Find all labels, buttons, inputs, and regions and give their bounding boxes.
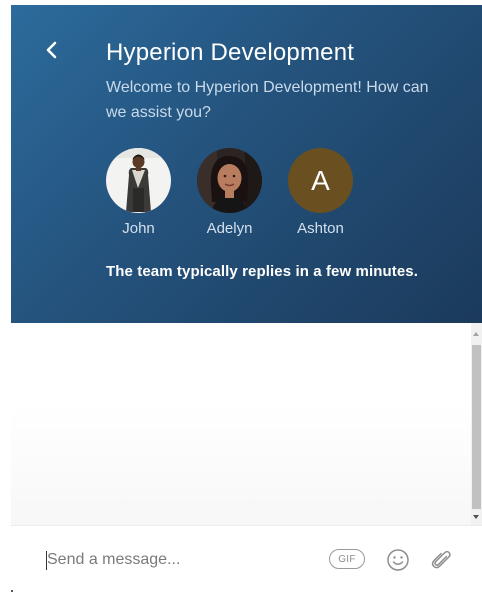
attach-button[interactable] <box>428 547 454 573</box>
page: Hyperion Development Welcome to Hyperion… <box>0 0 482 594</box>
welcome-message: Welcome to Hyperion Development! How can… <box>106 79 429 121</box>
avatar-adelyn <box>197 148 262 213</box>
message-composer: GIF <box>11 525 482 594</box>
message-input[interactable] <box>47 548 317 572</box>
person-photo-icon <box>106 148 171 213</box>
scroll-thumb[interactable] <box>472 345 481 509</box>
team-members: John Adelyn A Ashton <box>106 148 379 237</box>
messenger-window: Hyperion Development Welcome to Hyperion… <box>11 5 482 594</box>
person-photo-icon <box>197 148 262 213</box>
reply-time-note: The team typically replies in a few minu… <box>106 263 419 280</box>
corner-mark <box>11 590 13 592</box>
member-name: Ashton <box>297 220 344 237</box>
team-member-adelyn: Adelyn <box>197 148 262 237</box>
conversation-area <box>11 323 471 525</box>
paperclip-icon <box>431 550 451 569</box>
back-button[interactable] <box>37 35 67 65</box>
avatar-john <box>106 148 171 213</box>
smiley-icon <box>387 549 409 571</box>
team-member-john: John <box>106 148 171 237</box>
member-name: John <box>122 220 155 237</box>
emoji-button[interactable] <box>385 547 411 573</box>
team-title: Hyperion Development <box>106 39 355 66</box>
scroll-up-icon[interactable] <box>473 332 479 336</box>
chevron-left-icon <box>46 41 57 59</box>
member-name: Adelyn <box>206 220 253 237</box>
conversation-header: Hyperion Development Welcome to Hyperion… <box>11 5 482 323</box>
gif-button[interactable]: GIF <box>329 549 365 569</box>
team-member-ashton: A Ashton <box>288 148 353 237</box>
scroll-down-icon[interactable] <box>473 515 479 519</box>
conversation-scrollbar[interactable] <box>471 323 482 525</box>
avatar-ashton: A <box>288 148 353 213</box>
